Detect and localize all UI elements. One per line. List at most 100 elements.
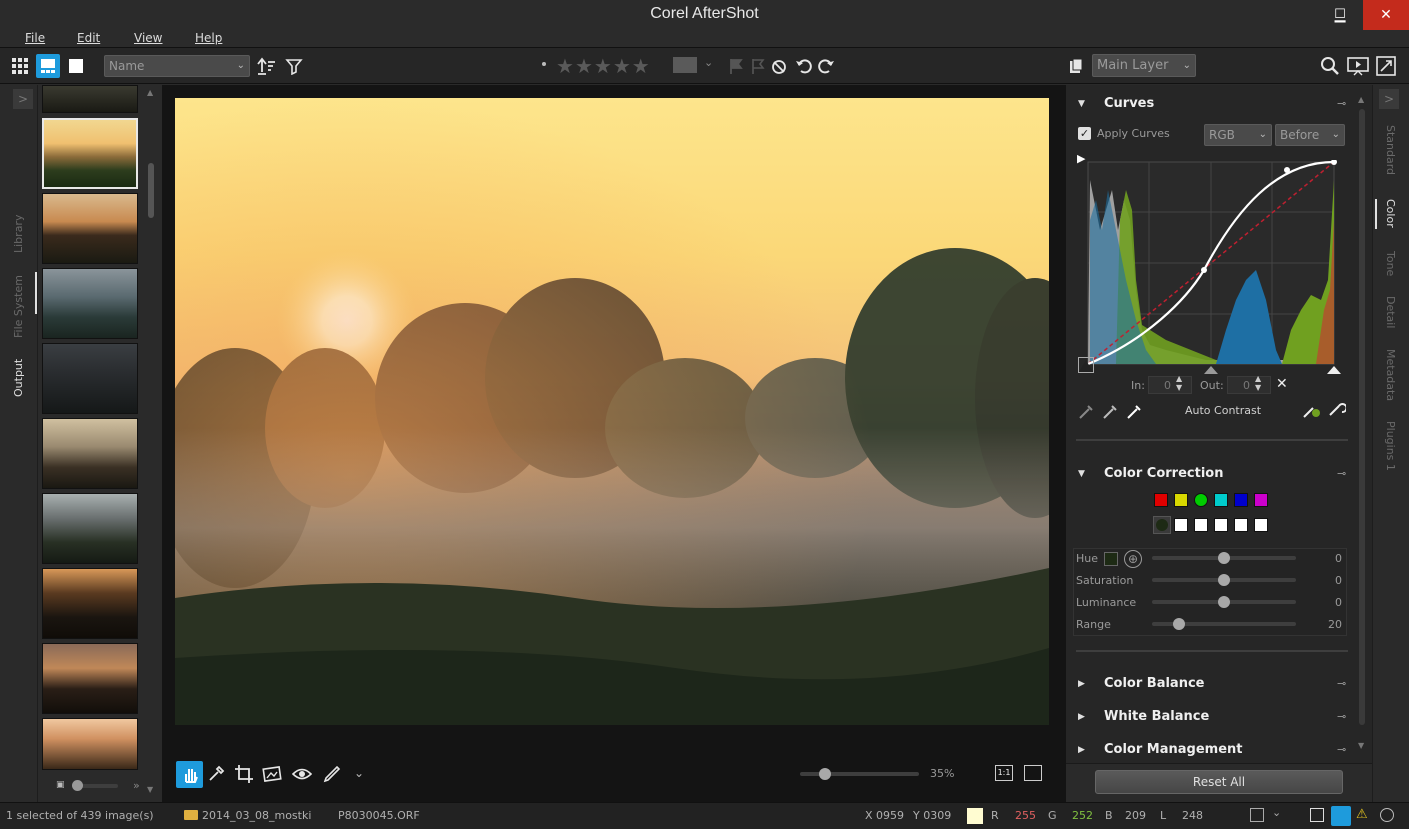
search-icon[interactable] [1318, 54, 1342, 78]
chevron-down-icon[interactable]: ⌄ [1272, 806, 1281, 819]
tab-plugins[interactable]: Plugins 1 [1384, 421, 1397, 471]
menu-file[interactable]: File [25, 31, 45, 45]
out-stepper[interactable]: ▲ ▼ [1255, 374, 1261, 392]
filmstrip-scrollbar[interactable]: ▲ ▼ [146, 85, 158, 794]
hue-slider-knob[interactable] [1218, 552, 1230, 564]
curves-graph[interactable] [1086, 159, 1338, 369]
sort-icon[interactable] [254, 54, 278, 78]
custom-swatch[interactable] [1214, 518, 1228, 532]
star-icon[interactable]: ★ [613, 54, 632, 78]
expand-triangle-icon[interactable]: ▶ [1078, 745, 1085, 755]
actual-size-button[interactable]: 1:1 [995, 765, 1013, 781]
main-photo[interactable] [175, 98, 1049, 725]
scroll-thumb[interactable] [148, 163, 154, 218]
cyan-swatch[interactable] [1214, 493, 1228, 507]
color-management-header[interactable]: Color Management [1104, 742, 1243, 757]
batch-icon[interactable] [1250, 808, 1264, 822]
menu-edit[interactable]: Edit [77, 31, 100, 45]
straighten-tool-icon[interactable] [262, 765, 282, 786]
green-swatch[interactable] [1194, 493, 1208, 507]
tab-detail[interactable]: Detail [1384, 296, 1397, 328]
black-eyedropper-icon[interactable] [1078, 402, 1098, 423]
white-point-marker[interactable] [1327, 366, 1341, 374]
thumbnail[interactable] [42, 343, 138, 414]
filter-icon[interactable] [282, 54, 306, 78]
scroll-up-arrow[interactable]: ▲ [147, 88, 153, 97]
curve-play-icon[interactable]: ▶ [1077, 152, 1085, 165]
curves-header[interactable]: Curves [1104, 96, 1154, 111]
settings-icon[interactable] [1380, 808, 1394, 822]
star-icon[interactable]: ★ [594, 54, 613, 78]
lock-icon[interactable] [1331, 806, 1351, 826]
in-value-field[interactable]: 0 [1148, 376, 1192, 394]
white-eyedropper-icon[interactable] [1126, 402, 1146, 423]
custom-swatch[interactable] [1174, 518, 1188, 532]
midpoint-marker[interactable] [1204, 366, 1218, 374]
slideshow-icon[interactable] [1346, 54, 1370, 78]
in-stepper[interactable]: ▲ ▼ [1176, 374, 1182, 392]
collapse-triangle-icon[interactable]: ▼ [1078, 469, 1085, 479]
expand-triangle-icon[interactable]: ▶ [1078, 679, 1085, 689]
blue-swatch[interactable] [1234, 493, 1248, 507]
hue-value[interactable]: 0 [1300, 552, 1342, 565]
red-swatch[interactable] [1154, 493, 1168, 507]
brush-tool-icon[interactable] [323, 765, 341, 786]
more-icon[interactable]: » [133, 779, 140, 792]
star-rating[interactable]: ★★★★★ [556, 54, 651, 78]
thumbnail[interactable] [42, 85, 138, 113]
auto-contrast-button[interactable]: Auto Contrast [1185, 404, 1261, 417]
expand-right-panel-button[interactable]: > [1379, 89, 1399, 109]
white-balance-header[interactable]: White Balance [1104, 709, 1209, 724]
luminance-value[interactable]: 0 [1300, 596, 1342, 609]
zoom-slider[interactable] [800, 772, 919, 776]
filmstrip-view-icon[interactable] [36, 54, 60, 78]
saturation-value[interactable]: 0 [1300, 574, 1342, 587]
warning-icon[interactable]: ⚠ [1356, 807, 1368, 822]
channel-dropdown[interactable]: RGB ⌄ [1204, 124, 1272, 146]
tab-file-system[interactable]: File System [12, 275, 25, 338]
chevron-down-icon[interactable]: ⌄ [704, 56, 713, 69]
tab-color[interactable]: Color [1384, 199, 1397, 228]
magenta-swatch[interactable] [1254, 493, 1268, 507]
hand-tool-button[interactable] [176, 761, 203, 788]
pin-icon[interactable]: ⊸ [1337, 710, 1346, 723]
range-value[interactable]: 20 [1300, 618, 1342, 631]
pin-icon[interactable]: ⊸ [1337, 467, 1346, 480]
scroll-thumb[interactable] [1359, 109, 1365, 725]
menu-help[interactable]: Help [195, 31, 222, 45]
collapse-triangle-icon[interactable]: ▼ [1078, 99, 1085, 109]
rating-clear-dot[interactable] [542, 62, 546, 66]
reject-icon[interactable] [767, 54, 791, 78]
apply-curves-checkbox[interactable]: ✓ [1078, 127, 1091, 140]
thumbnail-size-knob[interactable] [72, 780, 83, 791]
luminance-slider-knob[interactable] [1218, 596, 1230, 608]
flag-icon[interactable] [724, 54, 748, 78]
tab-metadata[interactable]: Metadata [1384, 349, 1397, 401]
tab-output[interactable]: Output [12, 359, 25, 397]
single-view-icon[interactable] [64, 54, 88, 78]
copy-icon[interactable] [1064, 54, 1088, 78]
rotate-right-icon[interactable] [814, 54, 838, 78]
pin-icon[interactable]: ⊸ [1337, 97, 1346, 110]
zoom-slider-knob[interactable] [819, 768, 831, 780]
thumbnail[interactable] [42, 493, 138, 564]
star-icon[interactable]: ★ [556, 54, 575, 78]
tab-standard[interactable]: Standard [1384, 125, 1397, 175]
maximize-button[interactable]: ☐ [1320, 0, 1360, 30]
saturation-slider-knob[interactable] [1218, 574, 1230, 586]
thumbnail[interactable] [42, 193, 138, 264]
hue-target-icon[interactable]: ⊕ [1124, 550, 1142, 568]
thumbnail[interactable] [42, 568, 138, 639]
color-label-icon[interactable] [673, 57, 697, 73]
color-correction-header[interactable]: Color Correction [1104, 466, 1223, 481]
close-button[interactable]: ✕ [1363, 0, 1409, 30]
pin-icon[interactable]: ⊸ [1337, 677, 1346, 690]
custom-swatch[interactable] [1254, 518, 1268, 532]
more-tools-chevron-icon[interactable]: ⌄ [354, 766, 364, 780]
scroll-up-arrow[interactable]: ▲ [1358, 95, 1364, 104]
eyedropper-tool-icon[interactable] [207, 765, 225, 786]
expand-triangle-icon[interactable]: ▶ [1078, 712, 1085, 722]
queue-icon[interactable] [1310, 808, 1324, 822]
crop-tool-icon[interactable] [235, 765, 253, 786]
tab-library[interactable]: Library [12, 215, 25, 253]
